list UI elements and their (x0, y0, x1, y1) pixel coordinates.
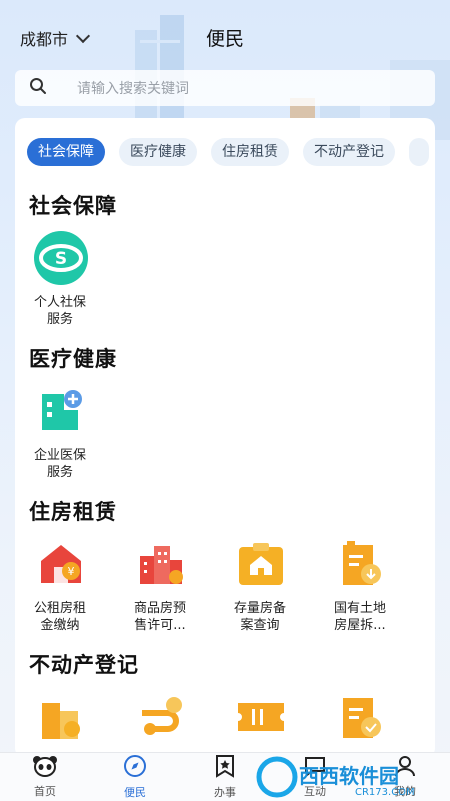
section-title: 医疗健康 (29, 347, 117, 371)
tab-more[interactable] (409, 138, 429, 166)
section-title: 住房租赁 (29, 500, 117, 524)
nav-home[interactable]: 首页 (0, 753, 90, 801)
service-item-property-3[interactable] (229, 691, 329, 743)
compass-icon (123, 754, 147, 782)
panda-home-icon (32, 755, 58, 781)
service-label: 企业医保服务 (33, 448, 86, 480)
page-title: 便民 (205, 28, 244, 50)
service-item-property-4[interactable] (329, 691, 429, 743)
nav-label: 办事 (214, 786, 236, 799)
watermark-brand: 西西软件园 (299, 764, 399, 788)
property-check-icon (331, 691, 391, 743)
housing-record-icon (231, 538, 291, 590)
service-item-housing-record-query[interactable]: 存量房备案查询 (229, 538, 329, 634)
watermark-url: CR173.COM (355, 787, 415, 798)
property-building-icon (31, 691, 91, 743)
tab-social-security[interactable]: 社会保障 (27, 138, 105, 166)
service-item-presale-permit[interactable]: 商品房预售许可... (129, 538, 229, 634)
section-property-registration: 不动产登记 (29, 649, 429, 743)
social-security-icon: S (31, 231, 91, 285)
svg-text:S: S (55, 249, 67, 269)
property-ticket-icon (231, 691, 291, 743)
service-label: 国有土地房屋拆... (333, 601, 386, 633)
tab-medical-health[interactable]: 医疗健康 (119, 138, 197, 166)
section-housing-rental: 住房租赁 ¥ 公租房租金缴纳 商品房预售许可... 存量房备案查询 国有土地房屋… (29, 496, 429, 634)
service-label: 个人社保服务 (33, 295, 86, 327)
top-header: 成都市 便民 (0, 0, 450, 70)
service-label: 公租房租金缴纳 (33, 601, 86, 633)
tab-property-registration[interactable]: 不动产登记 (303, 138, 395, 166)
search-bar[interactable]: 请输入搜索关键词 (15, 70, 435, 106)
land-house-icon (331, 538, 391, 590)
service-item-public-housing-rent[interactable]: ¥ 公租房租金缴纳 (29, 538, 129, 634)
svg-text:¥: ¥ (68, 565, 75, 578)
section-title: 社会保障 (29, 194, 117, 218)
category-tabs: 社会保障 医疗健康 住房租赁 不动产登记 (27, 138, 435, 166)
site-watermark-logo: 西西软件园 CR173.COM (256, 756, 415, 798)
public-housing-rent-icon: ¥ (31, 538, 91, 590)
nav-label: 首页 (34, 785, 56, 798)
tab-housing-rental[interactable]: 住房租赁 (211, 138, 289, 166)
nav-label: 便民 (124, 786, 146, 799)
service-label: 存量房备案查询 (233, 601, 286, 633)
service-item-property-2[interactable] (129, 691, 229, 743)
section-medical-health: 医疗健康 企业医保服务 (29, 343, 429, 481)
search-icon (29, 77, 59, 99)
section-title: 不动产登记 (29, 653, 139, 677)
search-input[interactable]: 请输入搜索关键词 (77, 78, 189, 98)
service-item-personal-social-security[interactable]: S 个人社保服务 (29, 231, 134, 328)
section-social-security: 社会保障 S 个人社保服务 (29, 190, 429, 328)
presale-permit-icon (131, 538, 191, 590)
medical-insurance-icon (31, 385, 91, 437)
service-item-state-land-house[interactable]: 国有土地房屋拆... (329, 538, 429, 634)
service-item-property-1[interactable] (29, 691, 129, 743)
property-coin-icon (131, 691, 191, 743)
services-card: 社会保障 医疗健康 住房租赁 不动产登记 社会保障 S 个人社保服务 医疗健康 … (15, 118, 435, 758)
service-item-enterprise-medical-insurance[interactable]: 企业医保服务 (29, 385, 134, 481)
nav-convenience[interactable]: 便民 (90, 753, 180, 801)
service-label: 商品房预售许可... (133, 601, 186, 633)
bookmark-star-icon (214, 754, 236, 782)
